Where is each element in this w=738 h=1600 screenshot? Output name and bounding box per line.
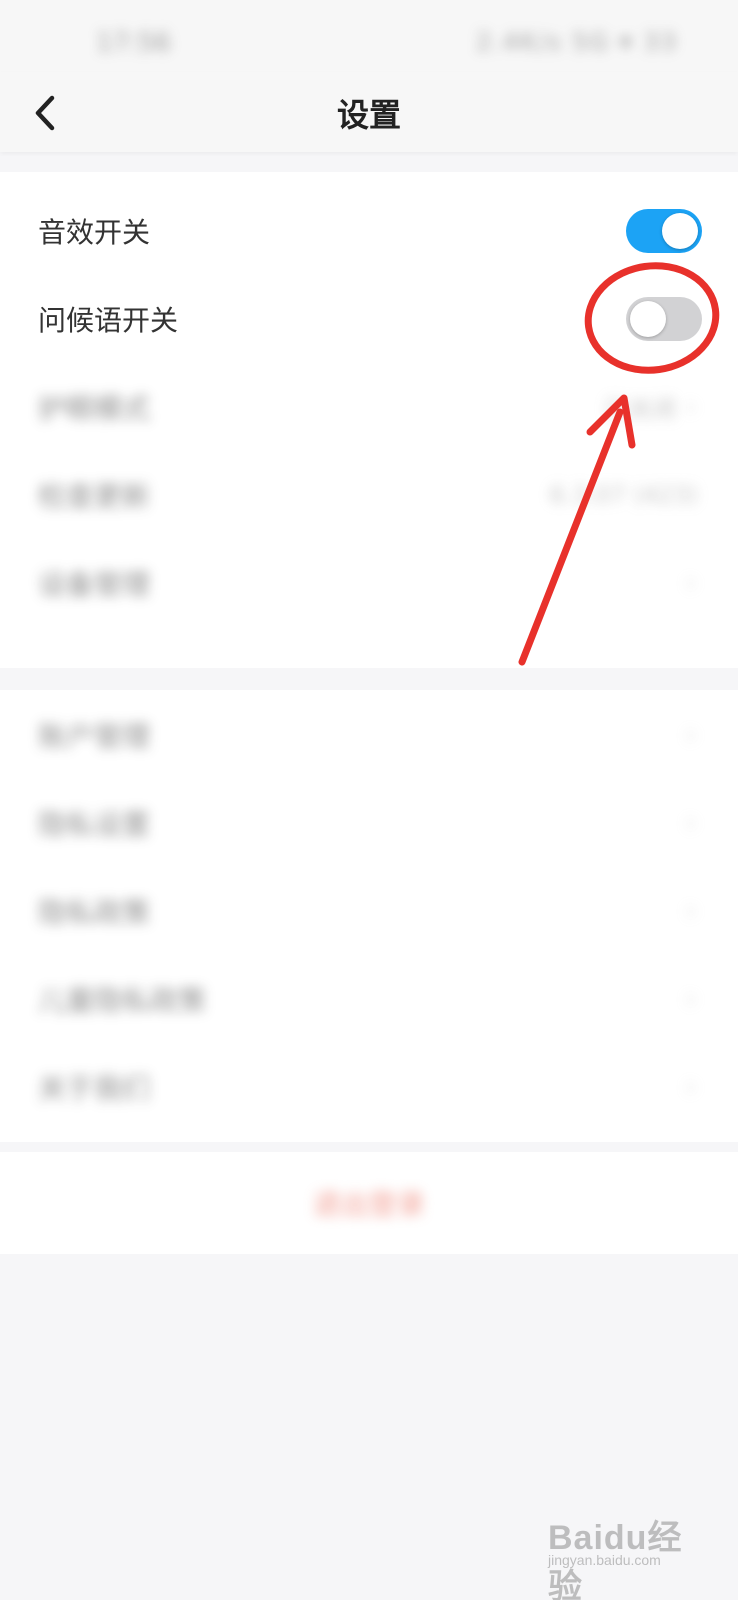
logout-button[interactable]: 退出登录	[0, 1183, 738, 1223]
status-time: 17:56	[96, 28, 171, 58]
setting-row-greeting: 问候语开关	[0, 274, 738, 364]
setting-label: 隐私政策	[38, 896, 151, 929]
setting-label: 音效开关	[38, 216, 151, 249]
toggle-knob	[630, 301, 666, 337]
setting-row-privacy-settings[interactable]: 隐私设置 ›	[0, 778, 738, 868]
sound-toggle[interactable]	[626, 209, 702, 253]
setting-value: 已关闭	[604, 395, 676, 424]
chevron-right-icon: ›	[685, 1072, 696, 1102]
settings-group-primary: 音效开关 问候语开关 护眼模式 已关闭 › 检查更新 6.3.07 (423) …	[0, 172, 738, 668]
setting-row-check-update[interactable]: 检查更新 6.3.07 (423)	[0, 450, 738, 540]
setting-row-child-privacy[interactable]: 儿童隐私政策 ›	[0, 954, 738, 1044]
chevron-right-icon: ›	[685, 896, 696, 926]
watermark-sub: jingyan.baidu.com	[548, 1552, 661, 1568]
setting-label: 账户管理	[38, 720, 151, 753]
setting-label: 关于我们	[38, 1072, 151, 1105]
chevron-right-icon: ›	[685, 984, 696, 1014]
version-value: 6.3.07 (423)	[549, 481, 699, 509]
page-title: 设置	[336, 96, 401, 134]
setting-row-account[interactable]: 账户管理 ›	[0, 690, 738, 780]
setting-label: 问候语开关	[38, 304, 179, 337]
setting-row-privacy-policy[interactable]: 隐私政策 ›	[0, 866, 738, 956]
setting-label: 检查更新	[38, 480, 151, 513]
toggle-knob	[662, 213, 698, 249]
chevron-right-icon: ›	[685, 808, 696, 838]
setting-row-eye-care[interactable]: 护眼模式 已关闭 ›	[0, 362, 738, 452]
setting-row-about[interactable]: 关于我们 ›	[0, 1042, 738, 1132]
setting-row-sound: 音效开关	[0, 186, 738, 276]
logout-section: 退出登录	[0, 1152, 738, 1254]
chevron-right-icon: ›	[685, 720, 696, 750]
nav-bar: 设置	[0, 72, 738, 152]
chevron-right-icon: ›	[685, 568, 696, 598]
chevron-right-icon: ›	[685, 392, 696, 422]
setting-label: 隐私设置	[38, 808, 151, 841]
setting-label: 设备管理	[38, 568, 151, 601]
settings-group-account: 账户管理 › 隐私设置 › 隐私政策 › 儿童隐私政策 › 关于我们 ›	[0, 690, 738, 1142]
status-indicators: 2.4K/s 5G ▾ 33	[476, 28, 678, 56]
setting-label: 护眼模式	[38, 392, 151, 425]
status-bar: 17:56 2.4K/s 5G ▾ 33	[0, 0, 738, 80]
setting-label: 儿童隐私政策	[38, 984, 207, 1017]
setting-row-device-manage[interactable]: 设备管理 ›	[0, 538, 738, 628]
greeting-toggle[interactable]	[626, 297, 702, 341]
baidu-watermark-logo: Baidu经验 jingyan.baidu.com	[548, 1504, 698, 1600]
